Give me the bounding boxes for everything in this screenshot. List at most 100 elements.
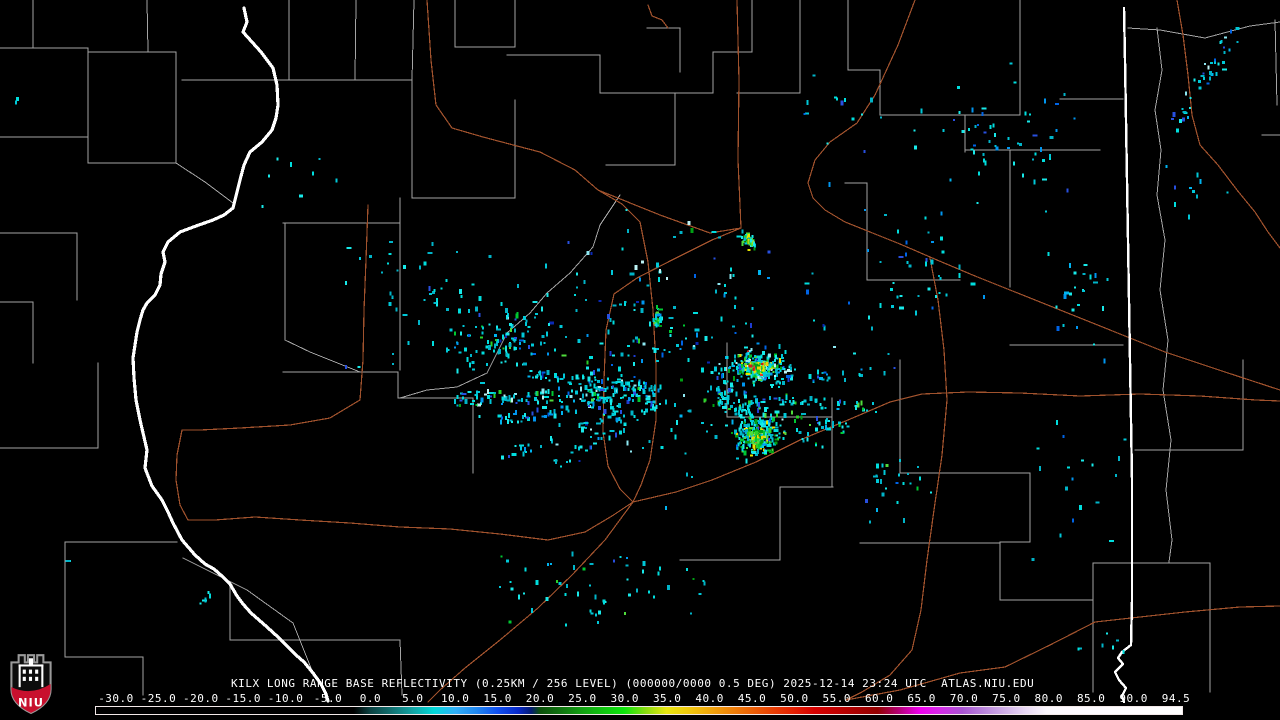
radar-map[interactable] (0, 0, 1280, 720)
echo-speck (630, 450, 632, 453)
echo-speck (530, 352, 533, 356)
echo-speck (745, 367, 748, 369)
echo-speck (589, 383, 592, 387)
echo-speck (207, 590, 210, 594)
echo-speck (781, 418, 784, 421)
echo-speck (973, 150, 976, 155)
echo-speck (624, 387, 627, 391)
echo-speck (854, 407, 857, 411)
echo-speck (766, 443, 772, 447)
echo-speck (633, 375, 636, 378)
county-line (1127, 21, 1280, 39)
echo-speck (487, 345, 491, 351)
echo-speck (823, 371, 827, 374)
road-line (175, 429, 634, 541)
echo-speck (828, 420, 830, 422)
echo-speck (645, 382, 648, 386)
echo-speck (427, 252, 433, 254)
echo-speck (751, 306, 754, 310)
echo-speck (511, 452, 517, 456)
echo-speck (468, 334, 471, 338)
echo-speck (741, 229, 744, 234)
echo-speck (693, 274, 696, 279)
echo-speck (811, 272, 814, 275)
echo-speck (627, 354, 630, 357)
echo-speck (656, 262, 660, 268)
echo-speck (920, 110, 923, 114)
echo-speck (614, 432, 617, 438)
echo-speck (748, 364, 753, 368)
echo-speck (606, 386, 609, 390)
niu-shield-icon: NIU (10, 654, 52, 715)
echo-speck (753, 247, 756, 251)
echo-speck (622, 414, 625, 418)
echo-speck (657, 319, 660, 322)
echo-speck (785, 394, 788, 400)
echo-speck (891, 304, 895, 308)
echo-speck (389, 291, 392, 296)
echo-speck (800, 401, 802, 405)
echo-speck (905, 240, 908, 245)
echo-speck (728, 408, 732, 410)
niu-logo: NIU (8, 650, 54, 716)
echo-speck (896, 501, 899, 505)
echo-speck (520, 445, 522, 451)
echo-speck (767, 250, 771, 254)
echo-speck (758, 433, 761, 437)
echo-speck (1204, 63, 1207, 66)
echo-speck (569, 395, 573, 399)
echo-speck (493, 349, 496, 353)
echo-speck (527, 375, 531, 378)
echo-speck (1207, 65, 1210, 70)
colorbar-tick-label: 60.0 (864, 692, 894, 705)
echo-speck (468, 309, 471, 314)
echo-speck (508, 455, 511, 458)
echo-speck (743, 235, 747, 238)
echo-speck (641, 409, 644, 413)
echo-speck (476, 390, 481, 393)
echo-speck (666, 277, 669, 281)
echo-speck (790, 410, 793, 415)
echo-speck (208, 593, 211, 599)
echo-speck (908, 264, 912, 268)
echo-speck (475, 350, 478, 354)
echo-speck (757, 378, 763, 381)
echo-speck (499, 419, 502, 425)
echo-speck (1063, 93, 1066, 97)
echo-speck (575, 390, 579, 395)
echo-speck (593, 376, 596, 379)
echo-speck (290, 161, 292, 167)
echo-speck (589, 371, 593, 376)
echo-speck (864, 498, 868, 503)
echo-speck (1198, 86, 1202, 90)
echo-speck (1222, 46, 1225, 49)
echo-speck (692, 311, 698, 314)
echo-speck (744, 363, 747, 365)
echo-speck (1187, 115, 1190, 119)
echo-speck (1040, 147, 1043, 153)
echo-speck (1041, 159, 1045, 162)
echo-speck (570, 389, 573, 393)
echo-speck (806, 99, 809, 105)
echo-speck (558, 422, 561, 427)
echo-speck (578, 460, 581, 463)
echo-speck (635, 336, 639, 340)
echo-speck (490, 395, 493, 398)
echo-speck (1032, 158, 1035, 161)
echo-speck (553, 413, 557, 419)
echo-speck (809, 424, 812, 427)
echo-speck (511, 421, 514, 424)
echo-speck (487, 340, 489, 345)
echo-speck (916, 465, 919, 468)
echo-speck (773, 428, 779, 432)
echo-speck (657, 388, 660, 393)
echo-speck (874, 411, 877, 414)
echo-speck (597, 381, 600, 383)
echo-speck (778, 343, 781, 349)
echo-speck (747, 351, 750, 355)
echo-speck (609, 406, 613, 410)
echo-speck (529, 370, 533, 372)
echo-speck (781, 378, 785, 380)
echo-speck (745, 447, 748, 450)
echo-speck (750, 238, 753, 243)
